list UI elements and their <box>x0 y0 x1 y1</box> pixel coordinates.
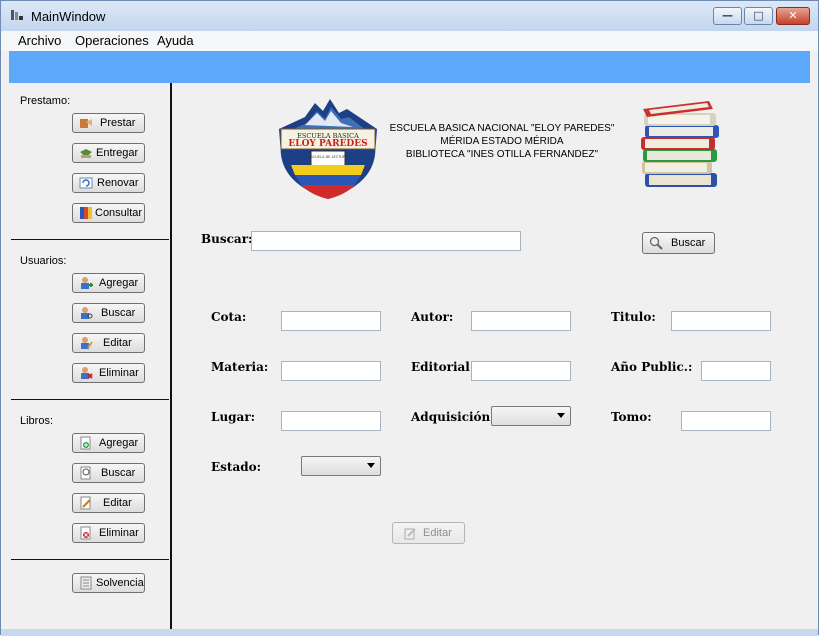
solvencia-button[interactable]: Solvencia <box>72 573 145 593</box>
book-edit-label: Editar <box>103 497 132 509</box>
school-header: ESCUELA BASICA NACIONAL "ELOY PAREDES" M… <box>369 122 635 161</box>
sidebar-separator <box>11 239 169 240</box>
autor-label: Autor: <box>411 310 454 324</box>
search-icon <box>649 236 663 250</box>
adquisicion-label: Adquisición: <box>411 410 495 424</box>
cota-input[interactable] <box>281 311 381 331</box>
book-delete-label: Eliminar <box>99 527 139 539</box>
editorial-label: Editorial: <box>411 360 475 374</box>
user-add-label: Agregar <box>99 277 139 289</box>
menu-ayuda[interactable]: Ayuda <box>157 33 194 48</box>
book-add-button[interactable]: Agregar <box>72 433 145 453</box>
app-icon <box>11 10 23 20</box>
user-search-button[interactable]: Buscar <box>72 303 145 323</box>
book-stack-icon <box>641 101 719 187</box>
renovar-button[interactable]: Renovar <box>72 173 145 193</box>
entregar-button[interactable]: Entregar <box>72 143 145 163</box>
consultar-label: Consultar <box>95 207 143 219</box>
editar-button[interactable]: Editar <box>392 522 465 544</box>
return-icon <box>80 149 92 158</box>
book-add-label: Agregar <box>99 437 139 449</box>
minimize-icon: — <box>722 9 733 22</box>
prestamo-label: Prestamo: <box>20 95 71 107</box>
book-add-icon <box>80 436 91 450</box>
lend-icon <box>80 119 92 128</box>
query-icon <box>80 207 92 219</box>
sidebar-separator <box>11 559 169 560</box>
book-delete-button[interactable]: Eliminar <box>72 523 145 543</box>
school-logo: ESCUELA BASICA ELOY PAREDES ESCUELA DE L… <box>279 99 377 199</box>
search-label: Buscar: <box>201 232 253 246</box>
menu-archivo[interactable]: Archivo <box>18 33 61 48</box>
maximize-button[interactable]: □ <box>744 7 773 25</box>
user-delete-button[interactable]: Eliminar <box>72 363 145 383</box>
tomo-input[interactable] <box>681 411 771 431</box>
lugar-input[interactable] <box>281 411 381 431</box>
close-button[interactable]: ✕ <box>776 7 810 25</box>
estado-select[interactable] <box>301 456 381 476</box>
chevron-down-icon <box>367 463 375 468</box>
titulo-label: Titulo: <box>611 310 656 324</box>
book-edit-icon <box>80 496 91 510</box>
user-add-icon <box>81 277 93 289</box>
user-edit-icon <box>81 337 93 349</box>
renovar-label: Renovar <box>97 177 139 189</box>
document-icon <box>80 576 92 590</box>
prestar-button[interactable]: Prestar <box>72 113 145 133</box>
editorial-input[interactable] <box>471 361 571 381</box>
tomo-label: Tomo: <box>611 410 652 424</box>
book-search-label: Buscar <box>101 467 136 479</box>
lugar-label: Lugar: <box>211 410 256 424</box>
school-name: ESCUELA BASICA NACIONAL "ELOY PAREDES" <box>389 123 615 134</box>
logo-text-inner: ESCUELA DE LECTURA <box>308 155 348 159</box>
school-location: MÉRIDA ESTADO MÉRIDA <box>440 136 564 147</box>
renew-icon <box>79 177 93 189</box>
adquisicion-select[interactable] <box>491 406 571 426</box>
toolbar-strip <box>9 51 810 83</box>
usuarios-label: Usuarios: <box>20 255 67 267</box>
user-edit-label: Editar <box>103 337 132 349</box>
minimize-button[interactable]: — <box>713 7 742 25</box>
sidebar-separator <box>11 399 169 400</box>
consultar-button[interactable]: Consultar <box>72 203 145 223</box>
user-edit-button[interactable]: Editar <box>72 333 145 353</box>
search-input[interactable] <box>251 231 521 251</box>
user-search-label: Buscar <box>101 307 136 319</box>
editar-label: Editar <box>423 527 452 539</box>
book-edit-button[interactable]: Editar <box>72 493 145 513</box>
library-name: BIBLIOTECA "INES OTILLA FERNANDEZ" <box>405 149 599 160</box>
window-title: MainWindow <box>31 9 106 24</box>
edit-icon <box>404 528 416 540</box>
solvencia-label: Solvencia <box>96 577 144 589</box>
main-window: MainWindow — □ ✕ Archivo Operaciones Ayu… <box>0 0 819 636</box>
chevron-down-icon <box>557 413 565 418</box>
menu-operaciones[interactable]: Operaciones <box>75 33 149 48</box>
logo-text-main: ELOY PAREDES <box>288 139 367 149</box>
user-search-icon <box>81 307 93 319</box>
anio-input[interactable] <box>701 361 771 381</box>
sidebar <box>9 83 170 629</box>
anio-label: Año Public.: <box>611 360 693 374</box>
user-delete-label: Eliminar <box>99 367 139 379</box>
book-delete-icon <box>80 526 91 540</box>
title-bar[interactable]: MainWindow — □ ✕ <box>1 1 818 32</box>
user-delete-icon <box>81 367 93 379</box>
prestar-label: Prestar <box>100 117 136 129</box>
estado-label: Estado: <box>211 460 262 474</box>
autor-input[interactable] <box>471 311 571 331</box>
search-button[interactable]: Buscar <box>642 232 715 254</box>
book-search-button[interactable]: Buscar <box>72 463 145 483</box>
titulo-input[interactable] <box>671 311 771 331</box>
search-button-label: Buscar <box>671 237 706 249</box>
maximize-icon: □ <box>753 9 764 22</box>
libros-label: Libros: <box>20 415 54 427</box>
user-add-button[interactable]: Agregar <box>72 273 145 293</box>
menu-bar: Archivo Operaciones Ayuda <box>1 31 818 51</box>
materia-input[interactable] <box>281 361 381 381</box>
materia-label: Materia: <box>211 360 269 374</box>
book-search-icon <box>80 466 91 480</box>
cota-label: Cota: <box>211 310 247 324</box>
entregar-label: Entregar <box>96 147 139 159</box>
close-icon: ✕ <box>788 9 798 22</box>
